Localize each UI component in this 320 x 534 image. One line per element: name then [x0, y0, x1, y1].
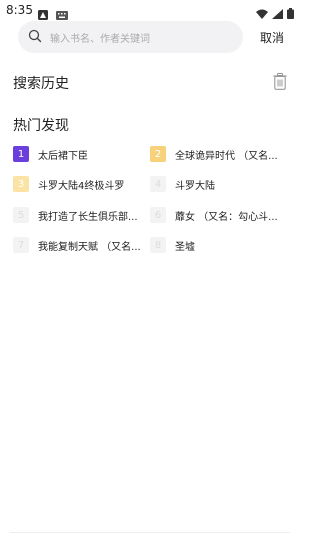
hot-discovery-title: 热门发现 [13, 118, 69, 134]
hot-item[interactable]: 3 斗罗大陆4终极斗罗 [13, 176, 148, 192]
hot-item[interactable]: 5 我打造了长生俱乐部... [13, 207, 148, 223]
rank-badge: 1 [13, 146, 29, 162]
rank-badge: 7 [13, 237, 29, 253]
rank-badge: 6 [150, 207, 166, 223]
rank-badge: 5 [13, 207, 29, 223]
hot-item-title: 我能复制天赋 （又名... [38, 241, 141, 253]
hot-item[interactable]: 2 全球诡异时代 （又名... [150, 146, 285, 162]
rank-badge: 4 [150, 176, 166, 192]
rank-badge: 2 [150, 146, 166, 162]
hot-item-title: 斗罗大陆 [175, 180, 215, 192]
hot-item-title: 蘼女 （又名：勾心斗... [175, 211, 278, 223]
search-history-title: 搜索历史 [13, 76, 69, 92]
hot-item[interactable]: 8 圣墟 [150, 237, 285, 253]
search-placeholder: 输入书名、作者关键词 [50, 33, 150, 45]
bottom-divider [10, 532, 290, 533]
search-input[interactable]: 输入书名、作者关键词 [18, 21, 243, 53]
hot-item-title: 太后裙下臣 [38, 150, 88, 162]
search-bar-row: 输入书名、作者关键词 取消 [0, 20, 300, 54]
hot-item-title: 我打造了长生俱乐部... [38, 211, 138, 223]
search-icon [28, 28, 42, 47]
rank-badge: 3 [13, 176, 29, 192]
hot-item-title: 斗罗大陆4终极斗罗 [38, 180, 125, 192]
rank-badge: 8 [150, 237, 166, 253]
hot-item-title: 圣墟 [175, 241, 195, 253]
status-time: 8:35 [6, 3, 33, 17]
hot-item[interactable]: 7 我能复制天赋 （又名... [13, 237, 148, 253]
hot-item[interactable]: 1 太后裙下臣 [13, 146, 148, 162]
hot-item[interactable]: 4 斗罗大陆 [150, 176, 285, 192]
cancel-button[interactable]: 取消 [260, 29, 284, 46]
hot-item[interactable]: 6 蘼女 （又名：勾心斗... [150, 207, 285, 223]
delete-history-icon[interactable] [273, 73, 287, 94]
status-bar: 8:35 [0, 0, 300, 20]
hot-item-title: 全球诡异时代 （又名... [175, 150, 278, 162]
